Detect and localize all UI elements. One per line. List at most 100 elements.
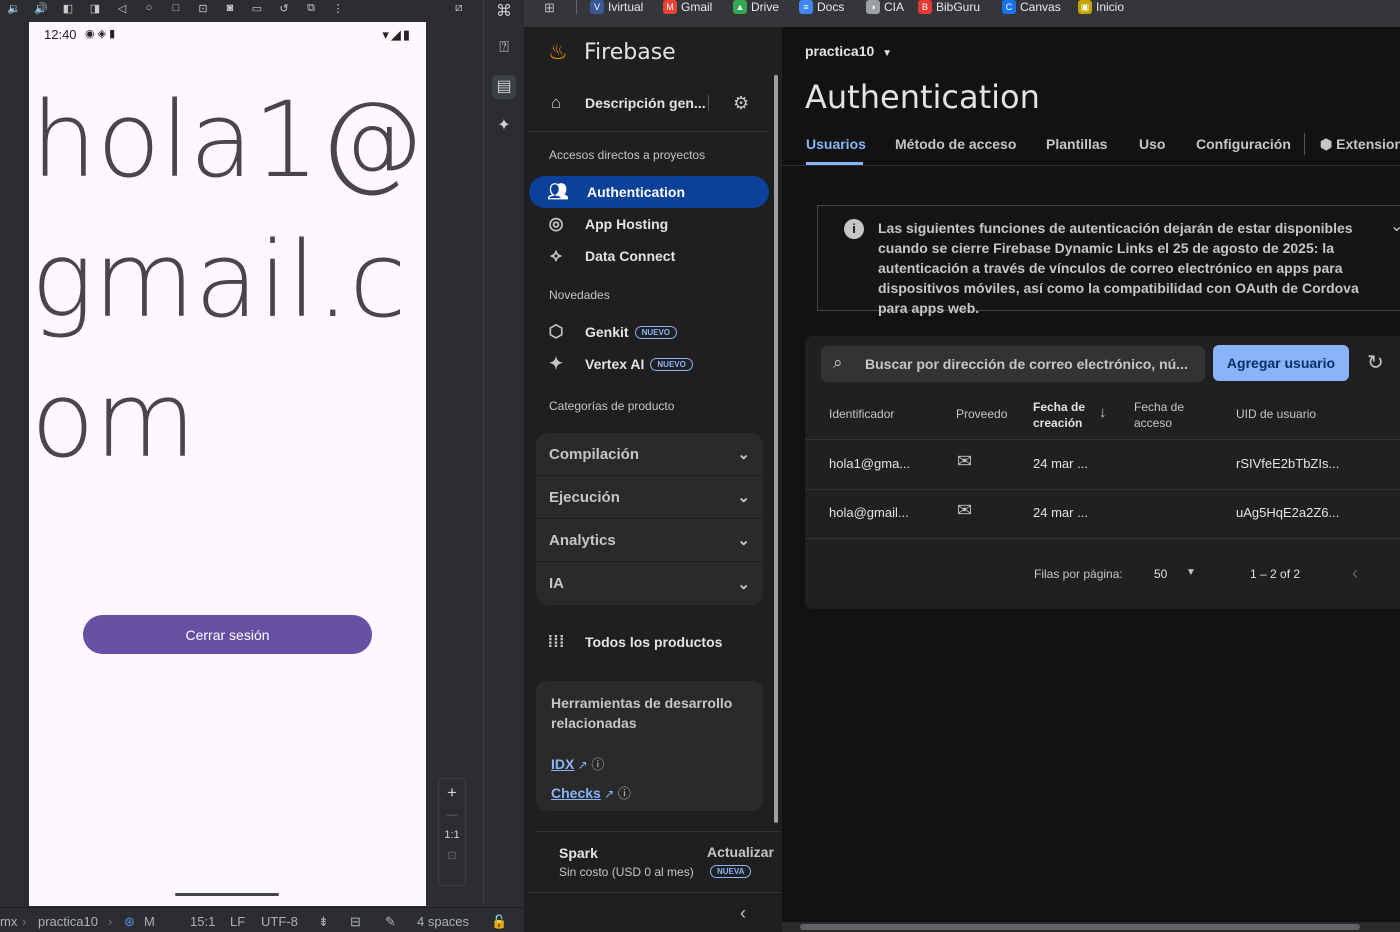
search-input[interactable]: ⌕ Buscar por dirección de correo electró… <box>821 346 1205 382</box>
add-user-button[interactable]: Agregar usuario <box>1213 345 1349 381</box>
bookmark-inicio[interactable]: ▣ Inicio <box>1078 0 1124 14</box>
code-style-icon[interactable]: ⇟ <box>318 914 329 930</box>
project-selector[interactable]: practica10 ▼ <box>805 43 892 59</box>
unfold-icon[interactable]: ◨ <box>87 2 103 15</box>
bookmark-favicon-icon: ◑ <box>866 0 880 14</box>
tab-extensions[interactable]: ⬢ Extension <box>1320 136 1400 153</box>
column-uid[interactable]: UID de usuario <box>1236 407 1316 421</box>
device-manager-icon[interactable]: ⍰ <box>492 36 516 60</box>
horizontal-scrollbar[interactable] <box>782 922 1400 932</box>
tab-uso[interactable]: Uso <box>1139 136 1165 152</box>
gesture-home-bar[interactable] <box>175 893 279 896</box>
ai-assist-icon[interactable]: ✎ <box>385 914 396 930</box>
nav-app-hosting[interactable]: ◎ App Hosting <box>527 208 767 240</box>
users-icon: 👥︎ <box>547 182 569 201</box>
nav-data-connect[interactable]: ⟡ Data Connect <box>527 240 767 272</box>
bookmark-canvas[interactable]: C Canvas <box>1002 0 1061 14</box>
volume-up-icon[interactable]: 🔊 <box>33 2 49 15</box>
apps-grid-icon: ⁞⁞⁞ <box>547 632 565 651</box>
logout-button[interactable]: Cerrar sesión <box>83 615 372 654</box>
previous-page-icon[interactable]: ‹ <box>1352 563 1358 584</box>
help-icon[interactable]: ⓘ <box>614 786 631 801</box>
zoom-in-button[interactable]: + <box>439 783 465 803</box>
table-row[interactable]: hola1@gma... ✉ 24 mar ... rSIVfeE2bTbZIs… <box>805 440 1400 489</box>
lock-icon[interactable]: 🔓 <box>491 914 507 930</box>
column-created[interactable]: Fecha de creación <box>1033 399 1093 431</box>
help-icon[interactable]: ⓘ <box>588 757 604 772</box>
tab-plantillas[interactable]: Plantillas <box>1046 136 1107 152</box>
refresh-icon[interactable]: ↻ <box>1367 350 1384 375</box>
tab-configuracion[interactable]: Configuración <box>1196 136 1291 152</box>
category-ejecucion[interactable]: Ejecución ⌄ <box>536 476 763 519</box>
screenshot-icon[interactable]: ◙ <box>222 2 238 14</box>
nav-authentication[interactable]: 👥︎ Authentication <box>529 176 769 208</box>
sort-arrow-down-icon[interactable]: ↓ <box>1099 404 1107 421</box>
table-row[interactable]: hola@gmail... ✉ 24 mar ... uAg5HqE2a2Z6.… <box>805 490 1400 538</box>
tool-idx[interactable]: IDX ↗ ⓘ <box>551 754 604 774</box>
cell-uid: rSIVfeE2bTbZIs... <box>1236 456 1340 471</box>
indent-setting[interactable]: 4 spaces <box>417 914 469 929</box>
nav-genkit[interactable]: ⬡ Genkit NUEVO <box>527 316 767 348</box>
sidebar-scrollbar[interactable] <box>774 75 778 823</box>
bookmark-gmail[interactable]: M Gmail <box>663 0 712 14</box>
settings-gear-icon[interactable]: ⚙ <box>733 93 749 114</box>
breadcrumb-project[interactable]: practica10 <box>38 914 98 929</box>
caret-down-icon[interactable]: ▼ <box>1186 567 1196 578</box>
firebase-flame-icon[interactable]: ♨ <box>548 39 568 65</box>
category-ia[interactable]: IA ⌄ <box>536 562 763 605</box>
nav-vertex-ai[interactable]: ✦ Vertex AI NUEVO <box>527 348 767 380</box>
category-compilacion[interactable]: Compilación ⌄ <box>536 433 763 476</box>
tab-label: Extension <box>1336 136 1400 152</box>
more-icon[interactable]: ⋮ <box>330 2 346 15</box>
screen-record-icon[interactable]: ⊡ <box>195 2 211 15</box>
bookmark-drive[interactable]: ▲ Drive <box>733 0 779 14</box>
zoom-out-button[interactable]: — <box>439 809 465 821</box>
category-analytics[interactable]: Analytics ⌄ <box>536 519 763 562</box>
extend-icon[interactable]: ⧉ <box>303 2 319 15</box>
bookmark-cia[interactable]: ◑ CIA <box>866 0 904 14</box>
idx-link[interactable]: IDX <box>551 756 574 772</box>
rows-per-page-select[interactable]: 50 <box>1154 567 1167 581</box>
volume-down-icon[interactable]: 🔉 <box>6 2 22 15</box>
brand-name[interactable]: Firebase <box>584 40 676 65</box>
video-icon[interactable]: ▭ <box>249 2 265 15</box>
bookmark-docs[interactable]: ≡ Docs <box>799 0 844 14</box>
collapse-sidebar-icon[interactable]: ‹ <box>740 903 746 924</box>
upgrade-button[interactable]: Actualizar <box>707 844 774 860</box>
bookmark-bibguru[interactable]: B BibGuru <box>918 0 980 14</box>
all-products-link[interactable]: ⁞⁞⁞ Todos los productos <box>527 626 767 658</box>
overview-icon[interactable]: □ <box>168 2 184 14</box>
overview-link[interactable]: ⌂ Descripción gen... <box>527 87 767 119</box>
apps-grid-icon[interactable]: ⊞ <box>544 0 555 16</box>
nav-label: Vertex AI <box>585 356 645 372</box>
readonly-icon[interactable]: ⊟ <box>350 914 361 930</box>
zoom-fit-icon[interactable]: ⊡ <box>439 849 465 862</box>
column-identifier[interactable]: Identificador <box>829 407 894 421</box>
breadcrumb-module[interactable]: mx <box>0 914 17 929</box>
tool-checks[interactable]: Checks ↗ ⓘ <box>551 783 631 803</box>
scrollbar-thumb[interactable] <box>800 924 1360 930</box>
rotate-icon[interactable]: ↺ <box>276 2 292 15</box>
chevron-down-icon[interactable]: ⌄ <box>1390 216 1400 236</box>
bookmark-favicon-icon: C <box>1002 0 1016 14</box>
pin-icon[interactable]: ⧄ <box>455 0 463 15</box>
running-devices-icon[interactable]: ▤ <box>492 75 516 99</box>
bookmark-ivirtual[interactable]: V Ivirtual <box>590 0 643 14</box>
checks-link[interactable]: Checks <box>551 785 601 801</box>
caret-position[interactable]: 15:1 <box>190 914 215 929</box>
line-ending[interactable]: LF <box>230 914 245 929</box>
home-icon[interactable]: ○ <box>141 2 157 14</box>
sparkle-icon[interactable]: ✦ <box>492 114 516 138</box>
tab-metodo-acceso[interactable]: Método de acceso <box>895 136 1016 152</box>
category-label: Analytics <box>549 531 616 549</box>
breadcrumb-file[interactable]: M <box>144 914 155 929</box>
file-encoding[interactable]: UTF-8 <box>261 914 298 929</box>
fold-icon[interactable]: ◧ <box>60 2 76 15</box>
column-accessed[interactable]: Fecha de acceso <box>1134 399 1194 431</box>
zoom-actual-button[interactable]: 1:1 <box>439 829 465 841</box>
column-provider[interactable]: Proveedo <box>956 407 1007 421</box>
cell-identifier: hola1@gma... <box>829 456 911 471</box>
gemini-icon[interactable]: ⌘ <box>492 0 516 24</box>
back-icon[interactable]: ◁ <box>114 2 130 15</box>
tab-usuarios[interactable]: Usuarios <box>806 136 866 152</box>
